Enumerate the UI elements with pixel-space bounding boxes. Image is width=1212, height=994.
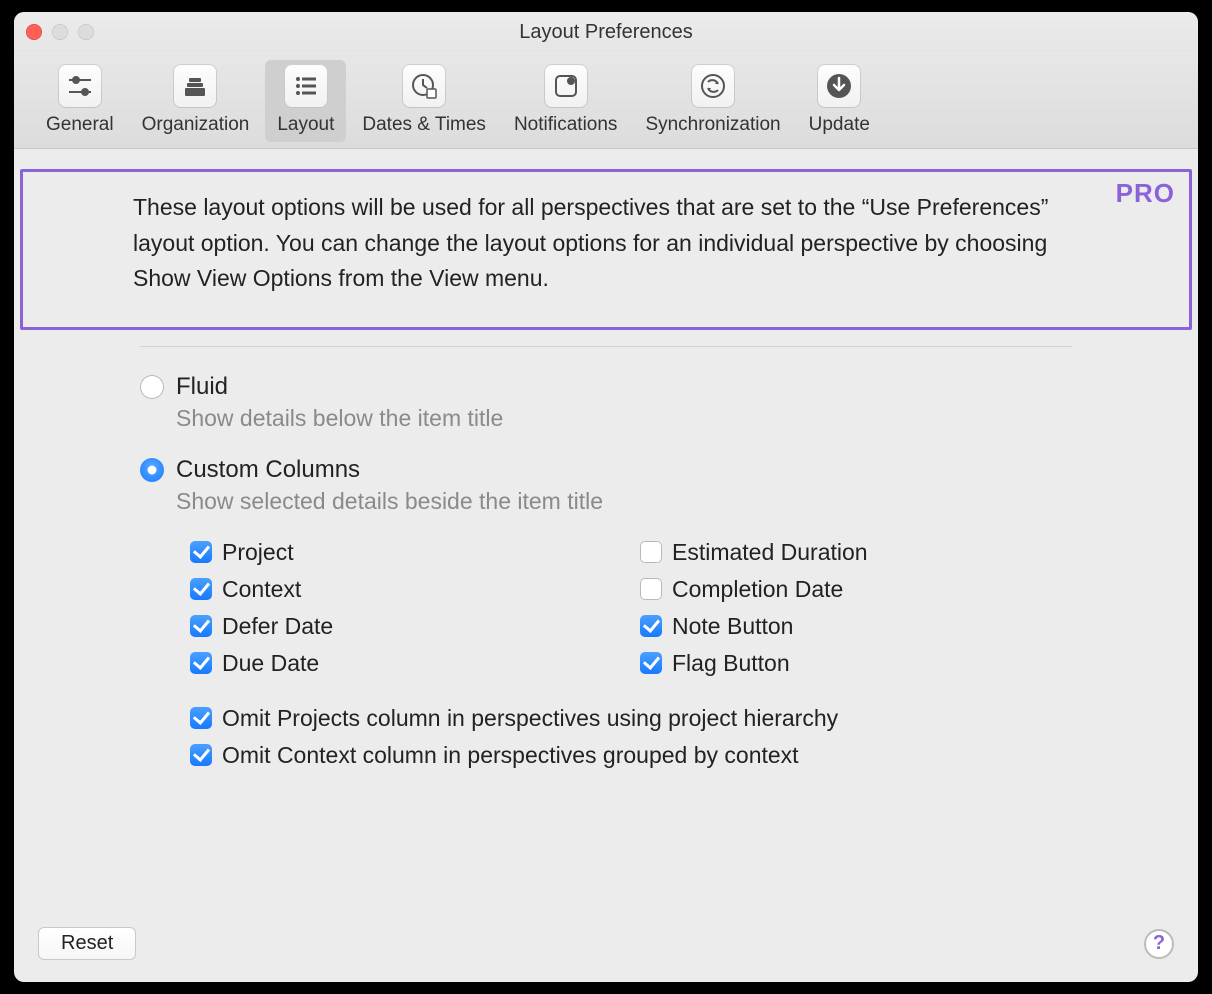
divider [140, 346, 1072, 347]
minimize-icon[interactable] [52, 24, 68, 40]
checkbox-icon [190, 541, 212, 563]
sync-icon [691, 64, 735, 108]
download-icon [817, 64, 861, 108]
tab-label: Update [809, 114, 870, 136]
checkbox-label: Due Date [222, 650, 319, 677]
radio-label: Custom Columns [176, 456, 360, 484]
radio-custom-sub: Show selected details beside the item ti… [176, 488, 1192, 515]
checkbox-icon [640, 578, 662, 600]
clock-icon [402, 64, 446, 108]
tab-synchronization[interactable]: Synchronization [633, 60, 792, 142]
omit-checkboxes: Omit Projects column in perspectives usi… [190, 705, 1192, 769]
checkbox-icon [640, 615, 662, 637]
checkbox-label: Defer Date [222, 613, 333, 640]
check-note-button[interactable]: Note Button [640, 613, 1060, 640]
tab-label: Organization [142, 114, 250, 136]
close-icon[interactable] [26, 24, 42, 40]
tab-notifications[interactable]: Notifications [502, 60, 630, 142]
checkbox-label: Flag Button [672, 650, 790, 677]
tab-label: General [46, 114, 114, 136]
tab-layout[interactable]: Layout [265, 60, 346, 142]
tab-general[interactable]: General [34, 60, 126, 142]
check-estimated-duration[interactable]: Estimated Duration [640, 539, 1060, 566]
checkbox-icon [190, 578, 212, 600]
checkbox-label: Note Button [672, 613, 793, 640]
checkbox-label: Omit Context column in perspectives grou… [222, 742, 799, 769]
checkbox-icon [190, 707, 212, 729]
radio-label: Fluid [176, 373, 228, 401]
content-area: PRO These layout options will be used fo… [14, 149, 1198, 982]
traffic-lights [26, 24, 94, 40]
layout-options: Fluid Show details below the item title … [20, 373, 1192, 769]
notifications-icon [544, 64, 588, 108]
check-defer-date[interactable]: Defer Date [190, 613, 610, 640]
radio-icon [140, 458, 164, 482]
sliders-icon [58, 64, 102, 108]
list-icon [284, 64, 328, 108]
checkbox-label: Project [222, 539, 294, 566]
checkbox-label: Completion Date [672, 576, 843, 603]
checkbox-icon [190, 744, 212, 766]
check-flag-button[interactable]: Flag Button [640, 650, 1060, 677]
toolbar: General Organization Layout Dates & Time… [14, 52, 1198, 149]
tab-label: Dates & Times [362, 114, 486, 136]
window-title: Layout Preferences [14, 21, 1198, 44]
check-omit-context[interactable]: Omit Context column in perspectives grou… [190, 742, 1192, 769]
tab-label: Notifications [514, 114, 618, 136]
tab-update[interactable]: Update [797, 60, 882, 142]
checkbox-label: Omit Projects column in perspectives usi… [222, 705, 838, 732]
titlebar: Layout Preferences [14, 12, 1198, 52]
stack-icon [173, 64, 217, 108]
footer: Reset ? [14, 927, 1198, 982]
reset-button[interactable]: Reset [38, 927, 136, 960]
radio-custom-columns[interactable]: Custom Columns [140, 456, 1192, 484]
check-omit-projects[interactable]: Omit Projects column in perspectives usi… [190, 705, 1192, 732]
check-project[interactable]: Project [190, 539, 610, 566]
radio-icon [140, 375, 164, 399]
help-button[interactable]: ? [1144, 929, 1174, 959]
check-completion-date[interactable]: Completion Date [640, 576, 1060, 603]
zoom-icon[interactable] [78, 24, 94, 40]
checkbox-label: Context [222, 576, 301, 603]
tab-label: Layout [277, 114, 334, 136]
info-box: PRO These layout options will be used fo… [20, 169, 1192, 330]
checkbox-icon [190, 652, 212, 674]
column-checkboxes: Project Estimated Duration Context Compl… [190, 539, 1192, 677]
tab-organization[interactable]: Organization [130, 60, 262, 142]
tab-dates-times[interactable]: Dates & Times [350, 60, 498, 142]
check-context[interactable]: Context [190, 576, 610, 603]
checkbox-icon [640, 652, 662, 674]
info-text: These layout options will be used for al… [133, 190, 1079, 297]
check-due-date[interactable]: Due Date [190, 650, 610, 677]
pro-badge: PRO [1116, 178, 1175, 209]
radio-fluid-sub: Show details below the item title [176, 405, 1192, 432]
preferences-window: Layout Preferences General Organization … [14, 12, 1198, 982]
tab-label: Synchronization [645, 114, 780, 136]
checkbox-icon [190, 615, 212, 637]
checkbox-label: Estimated Duration [672, 539, 868, 566]
checkbox-icon [640, 541, 662, 563]
radio-fluid[interactable]: Fluid [140, 373, 1192, 401]
